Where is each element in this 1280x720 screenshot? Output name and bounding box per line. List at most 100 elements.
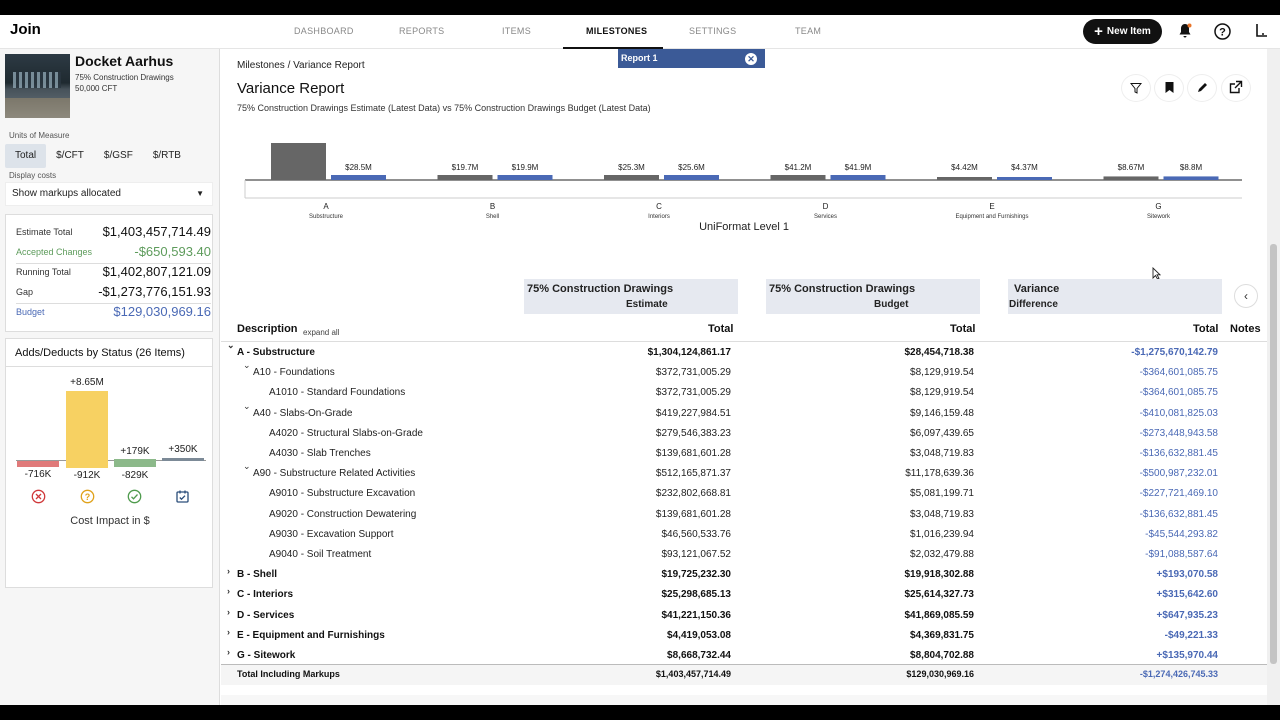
table-row[interactable]: A9040 - Soil Treatment $93,121,067.52 $2,0… bbox=[221, 545, 1267, 565]
row-variance: -$136,632,881.45 bbox=[1139, 448, 1218, 459]
row-description: A - Substructure bbox=[237, 347, 315, 358]
nav-team[interactable]: TEAM bbox=[795, 26, 821, 36]
nav-settings[interactable]: SETTINGS bbox=[689, 26, 736, 36]
chart-tick-label: E bbox=[989, 202, 994, 211]
chart-category-name: Equipment and Furnishings bbox=[955, 214, 1028, 220]
chevron-down-icon[interactable]: ⌄ bbox=[227, 340, 235, 351]
accepted-deduct-bar[interactable] bbox=[114, 461, 156, 467]
table-row[interactable]: ⌄ A10 - Foundations $372,731,005.29 $8,129,… bbox=[221, 360, 1267, 383]
table-row[interactable]: › B - Shell $19,725,232.30 $19,918,302.88 +$… bbox=[221, 565, 1267, 585]
pending-deduct-bar[interactable] bbox=[66, 461, 108, 468]
edit-button[interactable] bbox=[1187, 74, 1217, 102]
rejected-deduct-bar[interactable] bbox=[17, 461, 59, 467]
vertical-scrollbar[interactable] bbox=[1267, 49, 1280, 705]
chevron-down-icon[interactable]: ⌄ bbox=[243, 360, 251, 371]
total-value: -$650,593.40 bbox=[134, 244, 211, 259]
expand-all-link[interactable]: expand all bbox=[303, 328, 339, 337]
project-milestone: 75% Construction Drawings bbox=[75, 73, 174, 82]
new-item-button[interactable]: + New Item bbox=[1083, 19, 1162, 44]
incorporated-add-bar[interactable] bbox=[162, 458, 204, 461]
report-chip[interactable]: Report 1 ✕ bbox=[618, 49, 765, 68]
join-logo[interactable]: Join bbox=[10, 21, 41, 38]
main-content: Report 1 ✕ Milestones / Variance Report … bbox=[221, 49, 1267, 705]
table-row[interactable]: ⌄ A40 - Slabs-On-Grade $419,227,984.51 $9,1… bbox=[221, 401, 1267, 424]
chevron-right-icon[interactable]: › bbox=[227, 647, 230, 657]
row-estimate: $419,227,984.51 bbox=[655, 407, 731, 419]
table-row[interactable]: › E - Equipment and Furnishings $4,419,053… bbox=[221, 626, 1267, 646]
row-description: A9030 - Excavation Support bbox=[269, 528, 394, 540]
user-menu-icon[interactable] bbox=[1255, 22, 1269, 41]
incorporated-icon bbox=[175, 489, 190, 504]
help-icon[interactable]: ? bbox=[1214, 23, 1231, 44]
rejected-icon bbox=[31, 489, 46, 504]
total-label: Gap bbox=[16, 287, 34, 297]
filter-button[interactable] bbox=[1121, 74, 1151, 102]
chevron-right-icon[interactable]: › bbox=[227, 627, 230, 637]
table-row[interactable]: › G - Sitework $8,668,732.44 $8,804,702.88 +… bbox=[221, 646, 1267, 666]
chart-data-label: $8.8M bbox=[1180, 163, 1203, 172]
estimate-header-title: 75% Construction Drawings bbox=[527, 283, 674, 295]
pencil-icon bbox=[1197, 83, 1207, 92]
chart-bar bbox=[1103, 176, 1159, 180]
row-variance: -$410,081,825.03 bbox=[1139, 407, 1218, 419]
table-row[interactable]: ⌄ A - Substructure $1,304,124,861.17 $28,45… bbox=[221, 340, 1267, 363]
total-label: Estimate Total bbox=[16, 227, 73, 237]
description-header[interactable]: Description bbox=[237, 323, 298, 335]
row-estimate: $512,165,871.37 bbox=[655, 468, 731, 480]
chevron-left-icon[interactable]: ‹ bbox=[1234, 284, 1258, 308]
display-costs-select[interactable]: Show markups allocated ▼ bbox=[5, 182, 213, 206]
row-estimate: $46,560,533.76 bbox=[661, 528, 731, 540]
chart-data-label: $19.7M bbox=[452, 163, 479, 172]
table-row[interactable]: A4030 - Slab Trenches $139,681,601.28 $3,0… bbox=[221, 444, 1267, 464]
close-icon[interactable]: ✕ bbox=[745, 53, 757, 65]
chart-bar bbox=[497, 175, 553, 180]
row-variance: -$49,221.33 bbox=[1164, 629, 1218, 641]
chart-bar bbox=[331, 175, 386, 180]
table-row[interactable]: A9030 - Excavation Support $46,560,533.76… bbox=[221, 525, 1267, 545]
top-nav: Join DASHBOARD REPORTS ITEMS MILESTONES … bbox=[0, 15, 1280, 49]
row-budget: $6,097,439.65 bbox=[910, 427, 974, 439]
row-description: A10 - Foundations bbox=[253, 367, 335, 379]
row-variance: -$364,601,085.75 bbox=[1139, 367, 1218, 379]
nav-reports[interactable]: REPORTS bbox=[399, 26, 444, 36]
chart-tick-label: C bbox=[656, 202, 662, 211]
chevron-right-icon[interactable]: › bbox=[227, 566, 230, 576]
unit-total[interactable]: Total bbox=[5, 144, 47, 168]
table-row[interactable]: A9010 - Substructure Excavation $232,802,… bbox=[221, 484, 1267, 504]
chart-bar bbox=[664, 175, 719, 180]
row-description: D - Services bbox=[237, 609, 295, 621]
bell-icon[interactable] bbox=[1178, 23, 1192, 43]
pending-deduct-label: -912K bbox=[73, 470, 101, 481]
variance-column-header: Variance Difference bbox=[1008, 279, 1222, 314]
chevron-right-icon[interactable]: › bbox=[227, 607, 230, 617]
table-row[interactable]: ⌄ A90 - Substructure Related Activities $5… bbox=[221, 461, 1267, 484]
horizontal-scrollbar[interactable] bbox=[221, 695, 1267, 705]
bookmark-button[interactable] bbox=[1154, 74, 1184, 102]
chart-data-label: $25.3M bbox=[618, 163, 645, 172]
unit-gsf[interactable]: $/GSF bbox=[94, 144, 143, 168]
table-row[interactable]: A9020 - Construction Dewatering $139,681,… bbox=[221, 505, 1267, 525]
row-budget: $28,454,718.38 bbox=[904, 347, 974, 358]
row-estimate: $372,731,005.29 bbox=[655, 387, 731, 399]
unit-cft[interactable]: $/CFT bbox=[46, 144, 94, 168]
table-row[interactable]: › D - Services $41,221,150.36 $41,869,085.5… bbox=[221, 606, 1267, 626]
nav-items[interactable]: ITEMS bbox=[502, 26, 531, 36]
table-row[interactable]: › C - Interiors $25,298,685.13 $25,614,327.… bbox=[221, 585, 1267, 605]
row-description: G - Sitework bbox=[237, 650, 296, 661]
export-button[interactable] bbox=[1221, 74, 1251, 102]
pending-add-bar[interactable] bbox=[66, 391, 108, 461]
nav-milestones[interactable]: MILESTONES bbox=[586, 26, 647, 36]
chevron-down-icon[interactable]: ⌄ bbox=[243, 401, 251, 412]
chevron-down-icon[interactable]: ⌄ bbox=[243, 461, 251, 472]
unit-rtb[interactable]: $/RTB bbox=[143, 144, 191, 168]
chevron-right-icon[interactable]: › bbox=[227, 586, 230, 596]
budget-column-header: 75% Construction Drawings Budget bbox=[766, 279, 980, 314]
scrollbar-thumb[interactable] bbox=[1270, 244, 1277, 664]
page-subtitle: 75% Construction Drawings Estimate (Late… bbox=[237, 103, 651, 113]
table-row[interactable]: A4020 - Structural Slabs-on-Grade $279,54… bbox=[221, 424, 1267, 444]
table-row[interactable]: A1010 - Standard Foundations $372,731,005… bbox=[221, 383, 1267, 403]
breadcrumb[interactable]: Milestones / Variance Report bbox=[237, 60, 365, 71]
nav-dashboard[interactable]: DASHBOARD bbox=[294, 26, 354, 36]
notes-header: Notes bbox=[1230, 323, 1261, 335]
chart-x-axis-title: UniFormat Level 1 bbox=[699, 221, 789, 233]
